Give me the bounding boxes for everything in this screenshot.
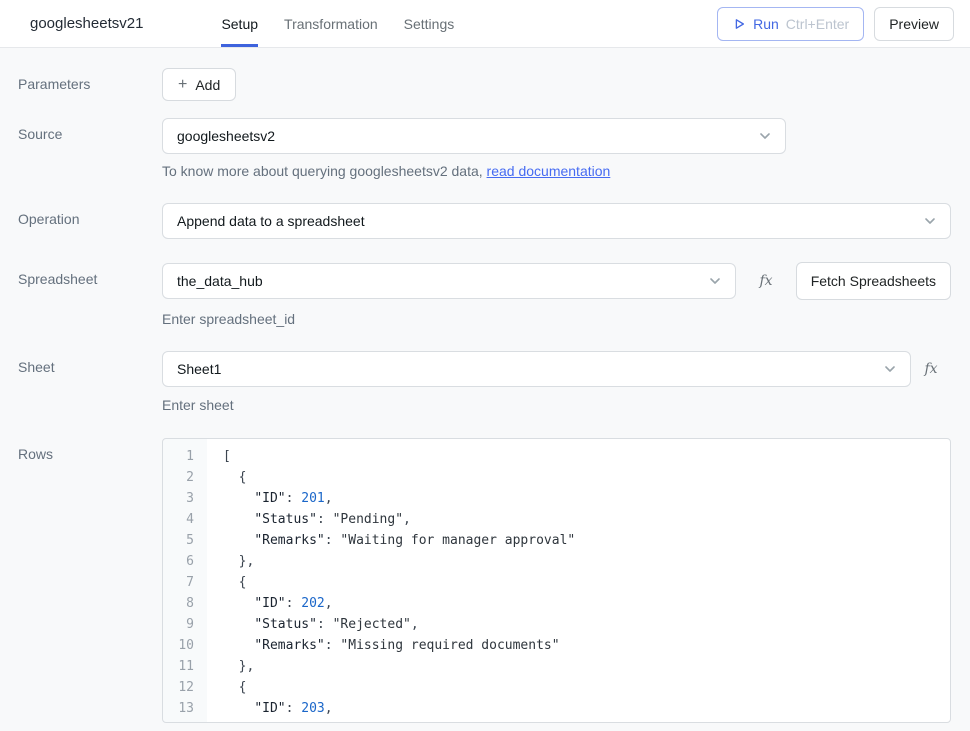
- line-number: 10: [163, 635, 207, 656]
- operation-value: Append data to a spreadsheet: [177, 213, 922, 229]
- rows-row: Rows 1[2 {3 "ID": 201,4 "Status": "Pendi…: [0, 438, 951, 723]
- tab-transformation-label: Transformation: [284, 16, 378, 32]
- tab-settings-label: Settings: [404, 16, 455, 32]
- query-header: googlesheetsv21 Setup Transformation Set…: [0, 0, 970, 48]
- run-button[interactable]: Run Ctrl+Enter: [717, 7, 864, 41]
- add-parameter-label: Add: [195, 77, 220, 93]
- fetch-spreadsheets-button[interactable]: Fetch Spreadsheets: [796, 262, 951, 300]
- operation-dropdown[interactable]: Append data to a spreadsheet: [162, 203, 951, 239]
- code-line: 7 {: [163, 572, 950, 593]
- operation-row: Operation Append data to a spreadsheet: [0, 203, 951, 239]
- tab-setup-label: Setup: [221, 16, 258, 32]
- sheet-dropdown[interactable]: Sheet1: [162, 351, 911, 387]
- source-value: googlesheetsv2: [177, 128, 757, 144]
- source-row: Source googlesheetsv2 To know more about…: [0, 118, 951, 179]
- run-button-label: Run: [753, 16, 779, 32]
- code-text: {: [207, 677, 246, 698]
- plus-icon: +: [178, 77, 187, 93]
- line-number: 2: [163, 467, 207, 488]
- code-text: "Remarks": "Waiting for manager approval…: [207, 530, 575, 551]
- spreadsheet-helper: Enter spreadsheet_id: [162, 311, 951, 327]
- code-text: {: [207, 572, 246, 593]
- code-line: 11 },: [163, 656, 950, 677]
- code-line: 9 "Status": "Rejected",: [163, 614, 950, 635]
- code-text: "Status": "Pending",: [207, 509, 411, 530]
- spreadsheet-fx-toggle[interactable]: fx: [736, 263, 795, 299]
- code-line: 10 "Remarks": "Missing required document…: [163, 635, 950, 656]
- query-name[interactable]: googlesheetsv21: [30, 15, 143, 32]
- code-line: 13 "ID": 203,: [163, 698, 950, 719]
- parameters-row: Parameters + Add: [0, 68, 951, 101]
- rows-label: Rows: [0, 438, 162, 462]
- code-text: "ID": 203,: [207, 698, 333, 719]
- code-text: "Remarks": "Missing required documents": [207, 635, 560, 656]
- fx-icon: fx: [759, 273, 772, 289]
- query-setup-panel: Parameters + Add Source googlesheetsv2 T…: [0, 48, 970, 723]
- code-line: 2 {: [163, 467, 950, 488]
- fx-icon: fx: [924, 361, 937, 377]
- code-line: 12 {: [163, 677, 950, 698]
- rows-code-editor[interactable]: 1[2 {3 "ID": 201,4 "Status": "Pending",5…: [162, 438, 951, 723]
- code-text: {: [207, 467, 246, 488]
- preview-button[interactable]: Preview: [874, 7, 954, 41]
- line-number: 9: [163, 614, 207, 635]
- line-number: 12: [163, 677, 207, 698]
- header-actions: Run Ctrl+Enter Preview: [717, 7, 954, 41]
- tab-settings[interactable]: Settings: [404, 0, 455, 47]
- parameters-label: Parameters: [0, 68, 162, 92]
- line-number: 5: [163, 530, 207, 551]
- code-text: "ID": 201,: [207, 488, 333, 509]
- code-text: },: [207, 551, 254, 572]
- query-tabs: Setup Transformation Settings: [221, 0, 454, 47]
- line-number: 3: [163, 488, 207, 509]
- spreadsheet-row: Spreadsheet the_data_hub fx Fetch Spread…: [0, 263, 951, 327]
- line-number: 11: [163, 656, 207, 677]
- code-line: 1[: [163, 446, 950, 467]
- code-lines: 1[2 {3 "ID": 201,4 "Status": "Pending",5…: [163, 446, 950, 719]
- code-line: 5 "Remarks": "Waiting for manager approv…: [163, 530, 950, 551]
- tab-transformation[interactable]: Transformation: [284, 0, 378, 47]
- chevron-down-icon: [757, 128, 773, 144]
- line-number: 8: [163, 593, 207, 614]
- source-label: Source: [0, 118, 162, 142]
- line-number: 1: [163, 446, 207, 467]
- sheet-label: Sheet: [0, 351, 162, 375]
- sheet-fx-toggle[interactable]: fx: [911, 351, 951, 387]
- line-number: 6: [163, 551, 207, 572]
- tab-setup[interactable]: Setup: [221, 0, 258, 47]
- spreadsheet-value: the_data_hub: [177, 273, 707, 289]
- source-helper-text: To know more about querying googlesheets…: [162, 163, 487, 179]
- code-line: 4 "Status": "Pending",: [163, 509, 950, 530]
- code-text: "ID": 202,: [207, 593, 333, 614]
- code-line: 6 },: [163, 551, 950, 572]
- source-dropdown[interactable]: googlesheetsv2: [162, 118, 786, 154]
- add-parameter-button[interactable]: + Add: [162, 68, 236, 101]
- line-number: 7: [163, 572, 207, 593]
- play-icon: [732, 17, 746, 31]
- operation-label: Operation: [0, 203, 162, 227]
- spreadsheet-label: Spreadsheet: [0, 263, 162, 287]
- code-line: 3 "ID": 201,: [163, 488, 950, 509]
- line-number: 13: [163, 698, 207, 719]
- sheet-helper: Enter sheet: [162, 397, 951, 413]
- line-number: 4: [163, 509, 207, 530]
- source-helper: To know more about querying googlesheets…: [162, 163, 951, 179]
- read-documentation-link[interactable]: read documentation: [487, 163, 611, 179]
- code-text: [: [207, 446, 231, 467]
- spreadsheet-dropdown[interactable]: the_data_hub: [162, 263, 736, 299]
- chevron-down-icon: [882, 361, 898, 377]
- sheet-row: Sheet Sheet1 fx Enter sheet: [0, 351, 951, 413]
- sheet-value: Sheet1: [177, 361, 882, 377]
- chevron-down-icon: [707, 273, 723, 289]
- chevron-down-icon: [922, 213, 938, 229]
- code-text: "Status": "Rejected",: [207, 614, 419, 635]
- code-line: 8 "ID": 202,: [163, 593, 950, 614]
- code-text: },: [207, 656, 254, 677]
- run-shortcut: Ctrl+Enter: [786, 16, 849, 32]
